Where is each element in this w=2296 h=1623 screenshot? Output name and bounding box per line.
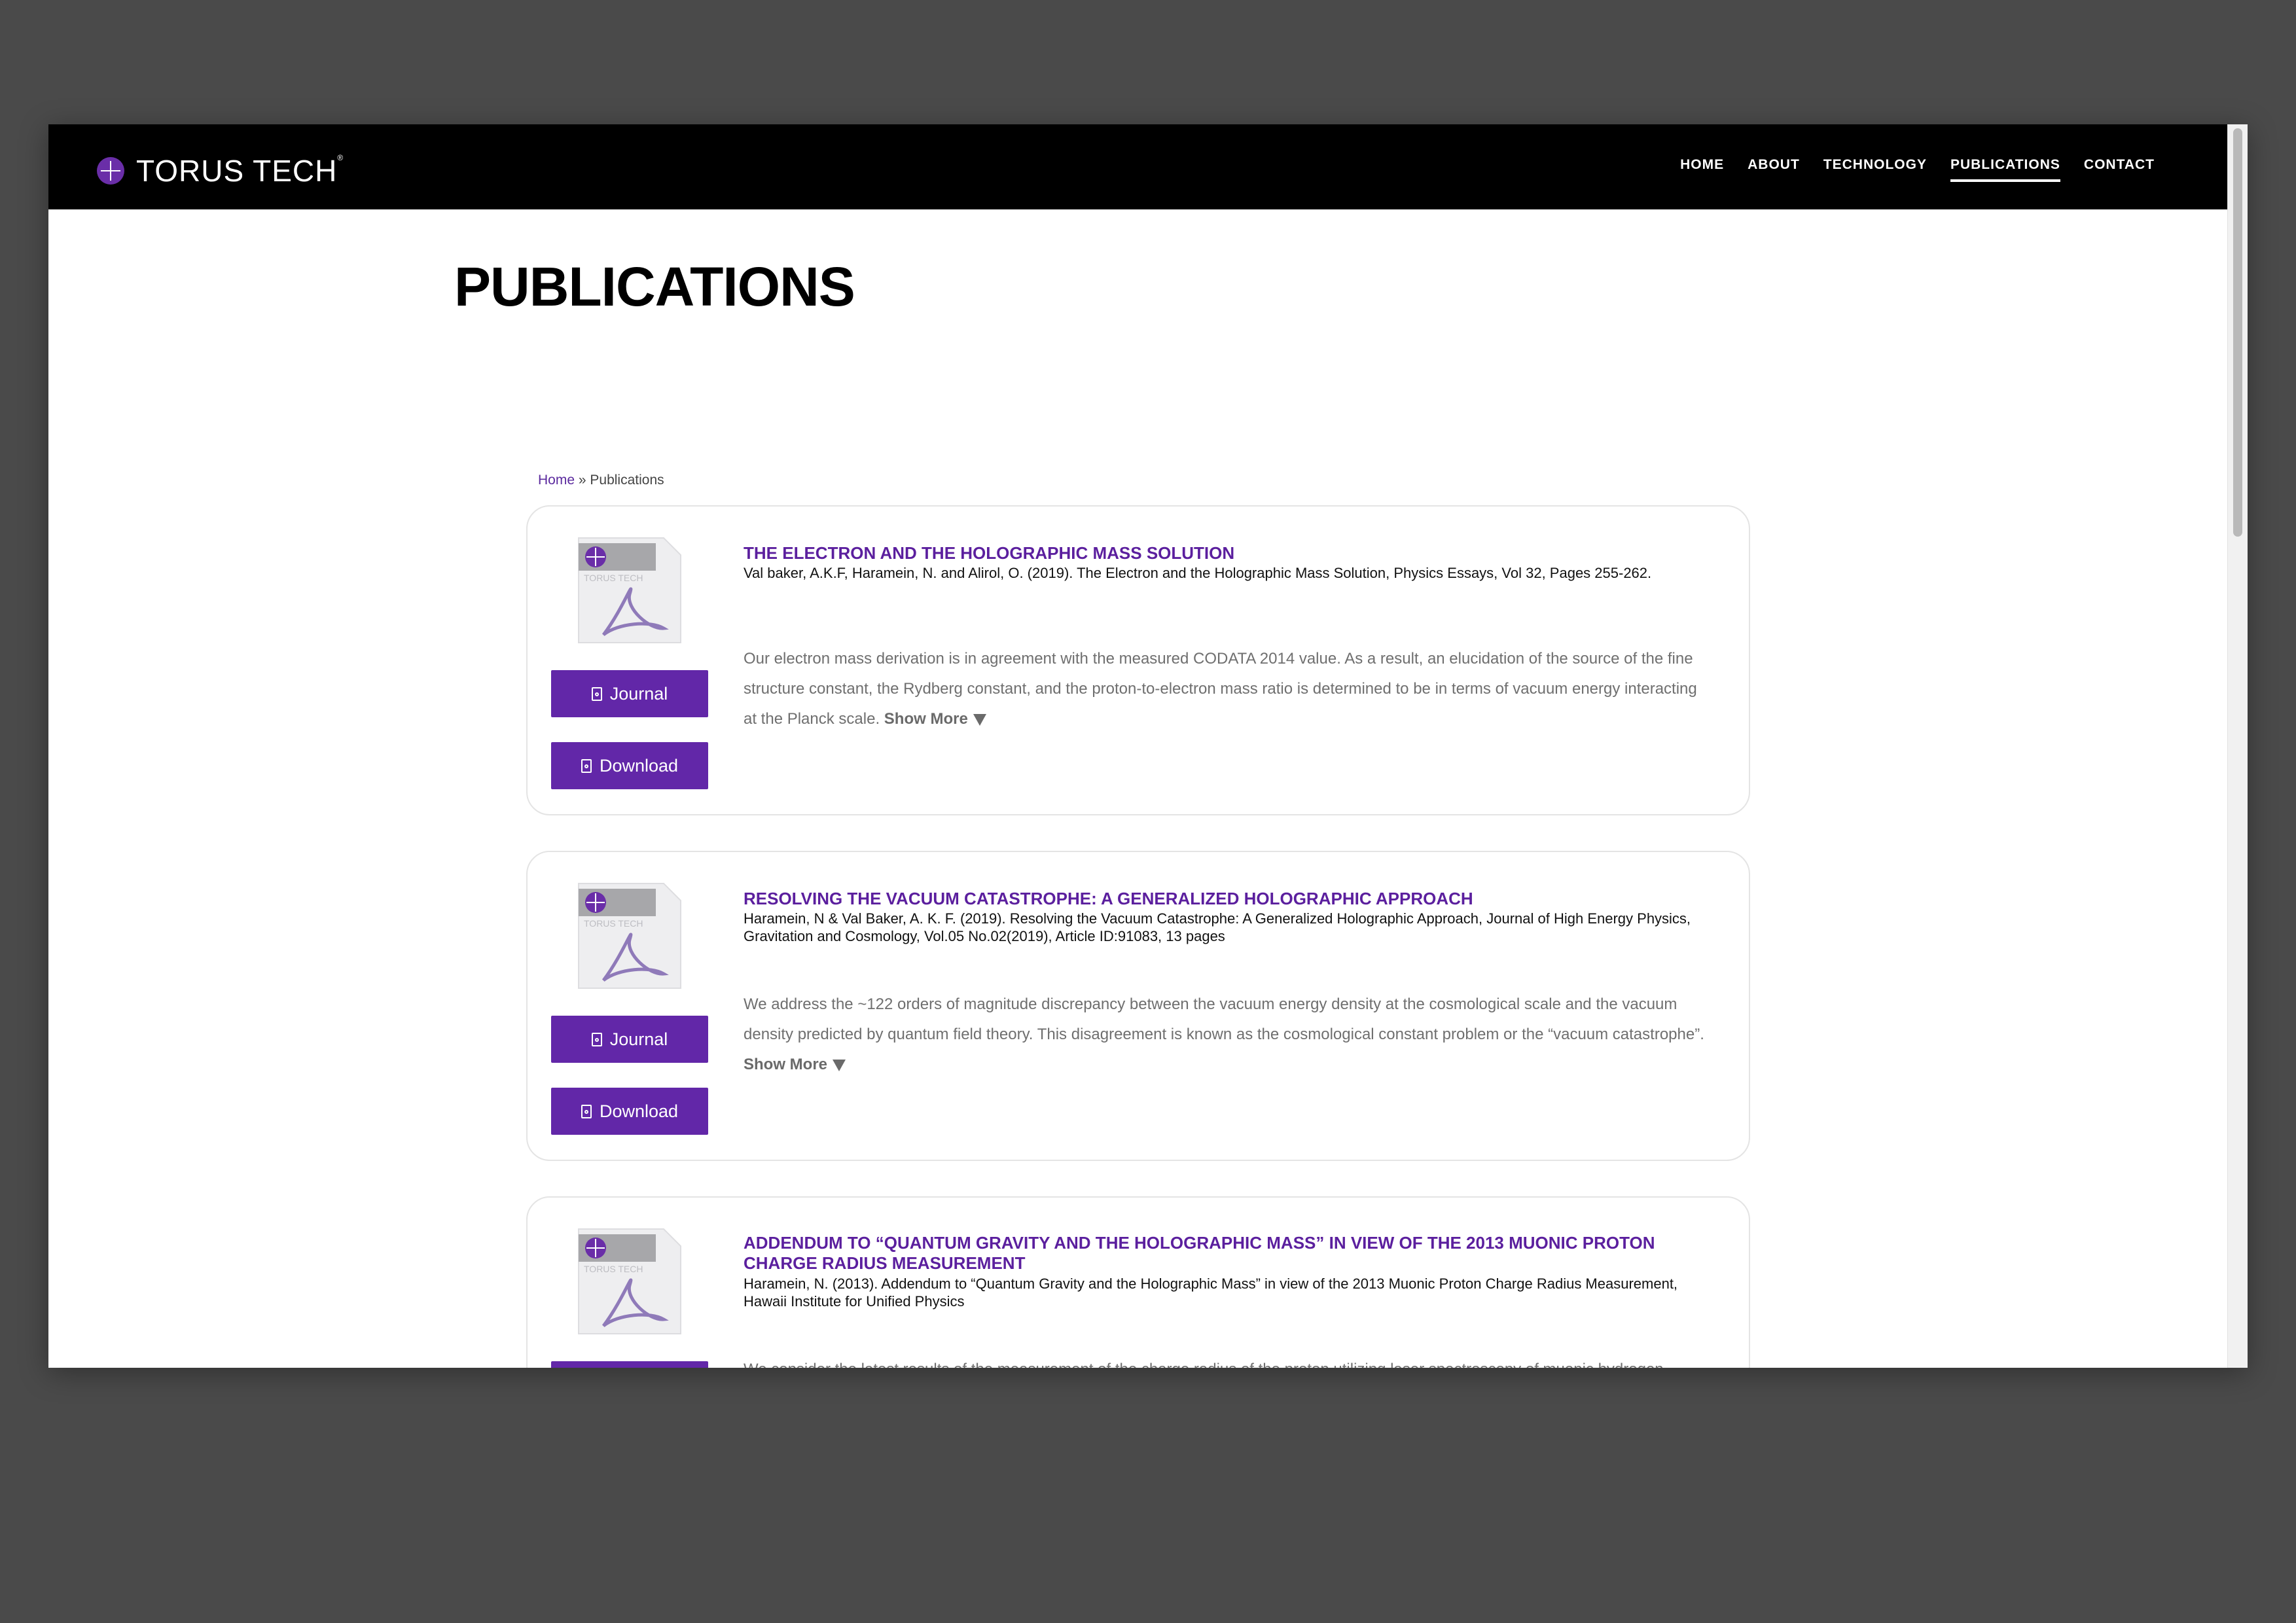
- trademark-mark: ®: [337, 153, 344, 162]
- pdf-icon-label: TORUS TECH: [584, 573, 643, 583]
- publication-card: TORUS TECH Journal Download RESOLVING TH…: [526, 851, 1750, 1161]
- vertical-scrollbar[interactable]: [2227, 124, 2248, 1368]
- page-title: PUBLICATIONS: [454, 256, 855, 317]
- nav-home[interactable]: HOME: [1680, 157, 1724, 182]
- pdf-file-icon: [581, 758, 592, 773]
- show-more-toggle[interactable]: Show More: [744, 1056, 846, 1073]
- abstract-text: We consider the latest results of the me…: [744, 1361, 1679, 1368]
- pdf-file-icon: [581, 1104, 592, 1118]
- download-button[interactable]: Download: [551, 742, 708, 789]
- publication-citation: Val baker, A.K.F, Haramein, N. and Aliro…: [744, 565, 1652, 581]
- journal-button[interactable]: Journal: [551, 1016, 708, 1063]
- publication-abstract: Our electron mass derivation is in agree…: [744, 644, 1710, 734]
- nav-publications[interactable]: PUBLICATIONS: [1950, 157, 2060, 182]
- publication-title-link[interactable]: ADDENDUM TO “QUANTUM GRAVITY AND THE HOL…: [744, 1233, 1710, 1274]
- nav-technology[interactable]: TECHNOLOGY: [1823, 157, 1927, 182]
- publication-citation: Haramein, N & Val Baker, A. K. F. (2019)…: [744, 910, 1691, 944]
- breadcrumb-current: Publications: [590, 473, 664, 488]
- pdf-document-icon: TORUS TECH: [578, 883, 681, 989]
- torus-logo-icon: [97, 157, 124, 185]
- abstract-text: We address the ~122 orders of magnitude …: [744, 995, 1704, 1043]
- nav-about[interactable]: ABOUT: [1748, 157, 1800, 182]
- breadcrumb-home-link[interactable]: Home: [538, 473, 575, 488]
- pdf-document-icon: TORUS TECH: [578, 1228, 681, 1334]
- logo-text: TORUS TECH®: [136, 153, 344, 188]
- pdf-document-icon: TORUS TECH: [578, 537, 681, 643]
- download-button[interactable]: Download: [551, 1361, 708, 1368]
- publication-title-link[interactable]: RESOLVING THE VACUUM CATASTROPHE: A GENE…: [744, 889, 1710, 909]
- site-header: TORUS TECH® HOME ABOUT TECHNOLOGY PUBLIC…: [48, 124, 2228, 209]
- download-button[interactable]: Download: [551, 1088, 708, 1135]
- site-logo[interactable]: TORUS TECH®: [97, 153, 344, 188]
- publication-citation: Haramein, N. (2013). Addendum to “Quantu…: [744, 1275, 1678, 1310]
- publication-card: TORUS TECH Download ADDENDUM TO “QUANTUM…: [526, 1196, 1750, 1368]
- show-more-toggle[interactable]: Show More: [884, 710, 986, 728]
- nav-contact[interactable]: CONTACT: [2084, 157, 2155, 182]
- breadcrumb: Home » Publications: [538, 473, 664, 488]
- publication-abstract: We address the ~122 orders of magnitude …: [744, 990, 1710, 1080]
- publication-card: TORUS TECH Journal Download THE ELECTRON…: [526, 505, 1750, 815]
- pdf-file-icon: [591, 687, 602, 701]
- pdf-icon-label: TORUS TECH: [584, 918, 643, 929]
- triangle-down-icon: [973, 713, 986, 726]
- scrollbar-thumb[interactable]: [2233, 128, 2242, 537]
- publication-abstract: We consider the latest results of the me…: [744, 1355, 1710, 1368]
- pdf-icon-label: TORUS TECH: [584, 1264, 643, 1274]
- pdf-file-icon: [591, 1032, 602, 1046]
- journal-button[interactable]: Journal: [551, 670, 708, 717]
- publication-title-link[interactable]: THE ELECTRON AND THE HOLOGRAPHIC MASS SO…: [744, 543, 1710, 563]
- main-nav: HOME ABOUT TECHNOLOGY PUBLICATIONS CONTA…: [1680, 157, 2155, 182]
- breadcrumb-separator: »: [578, 473, 586, 488]
- browser-window: TORUS TECH® HOME ABOUT TECHNOLOGY PUBLIC…: [48, 124, 2248, 1368]
- triangle-down-icon: [833, 1059, 846, 1071]
